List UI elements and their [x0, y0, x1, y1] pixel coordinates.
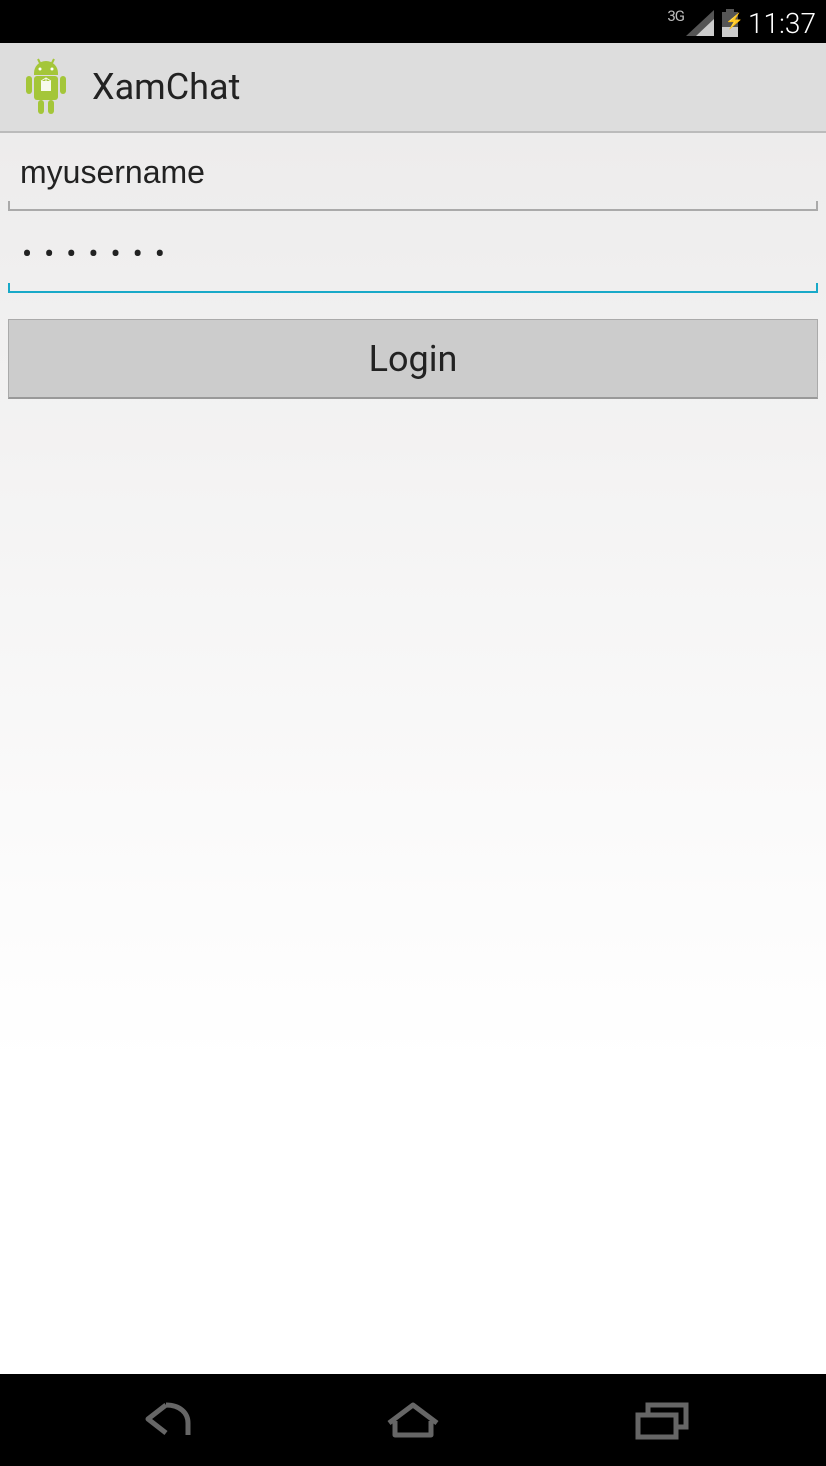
login-content: ••••••• Login	[0, 133, 826, 1374]
home-button[interactable]	[363, 1390, 463, 1450]
back-button[interactable]	[114, 1390, 214, 1450]
username-field-wrap	[8, 135, 818, 211]
status-bar: 3G ⚡ 11:37	[0, 3, 826, 43]
navigation-bar	[0, 1374, 826, 1466]
back-icon	[130, 1399, 198, 1441]
password-input[interactable]: •••••••	[8, 217, 818, 293]
recents-icon	[630, 1399, 694, 1441]
username-input[interactable]	[8, 135, 818, 211]
password-field-wrap: •••••••	[8, 217, 818, 293]
recents-button[interactable]	[612, 1390, 712, 1450]
battery-icon: ⚡	[722, 9, 738, 37]
signal-icon	[684, 10, 714, 36]
action-bar: XamChat	[0, 43, 826, 133]
clock: 11:37	[748, 7, 816, 40]
app-icon	[18, 55, 74, 119]
home-icon	[379, 1399, 447, 1441]
network-3g-icon: 3G	[667, 7, 684, 25]
login-button[interactable]: Login	[8, 319, 818, 399]
app-title: XamChat	[92, 66, 240, 108]
